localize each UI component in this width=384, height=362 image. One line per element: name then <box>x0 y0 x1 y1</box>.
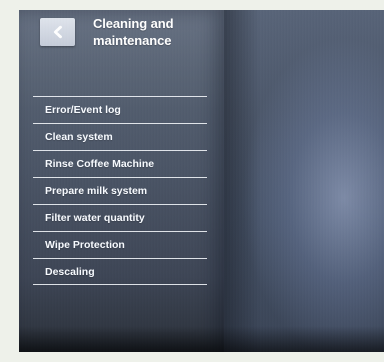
chevron-left-icon <box>53 25 62 39</box>
maintenance-menu: Error/Event log Clean system Rinse Coffe… <box>33 96 207 285</box>
menu-item-rinse-coffee-machine[interactable]: Rinse Coffee Machine <box>33 150 207 177</box>
menu-item-error-event-log[interactable]: Error/Event log <box>33 96 207 123</box>
photo-frame: Cleaning and maintenance Error/Event log… <box>0 0 384 362</box>
menu-item-descaling[interactable]: Descaling <box>33 258 207 285</box>
page-title: Cleaning and maintenance <box>93 15 215 49</box>
menu-item-label: Clean system <box>45 131 113 143</box>
menu-item-filter-water-quantity[interactable]: Filter water quantity <box>33 204 207 231</box>
menu-item-label: Filter water quantity <box>45 212 145 224</box>
menu-item-clean-system[interactable]: Clean system <box>33 123 207 150</box>
menu-item-prepare-milk-system[interactable]: Prepare milk system <box>33 177 207 204</box>
page-title-line-2: maintenance <box>93 33 172 48</box>
menu-item-label: Descaling <box>45 266 95 278</box>
right-panel <box>224 10 384 352</box>
page-title-line-1: Cleaning and <box>93 16 174 31</box>
menu-item-wipe-protection[interactable]: Wipe Protection <box>33 231 207 258</box>
menu-item-label: Prepare milk system <box>45 185 148 197</box>
menu-item-label: Error/Event log <box>45 104 121 116</box>
left-panel: Cleaning and maintenance Error/Event log… <box>19 10 224 352</box>
device-screen: Cleaning and maintenance Error/Event log… <box>19 10 384 352</box>
back-button[interactable] <box>40 18 75 46</box>
menu-item-label: Rinse Coffee Machine <box>45 158 155 170</box>
menu-item-label: Wipe Protection <box>45 239 125 251</box>
